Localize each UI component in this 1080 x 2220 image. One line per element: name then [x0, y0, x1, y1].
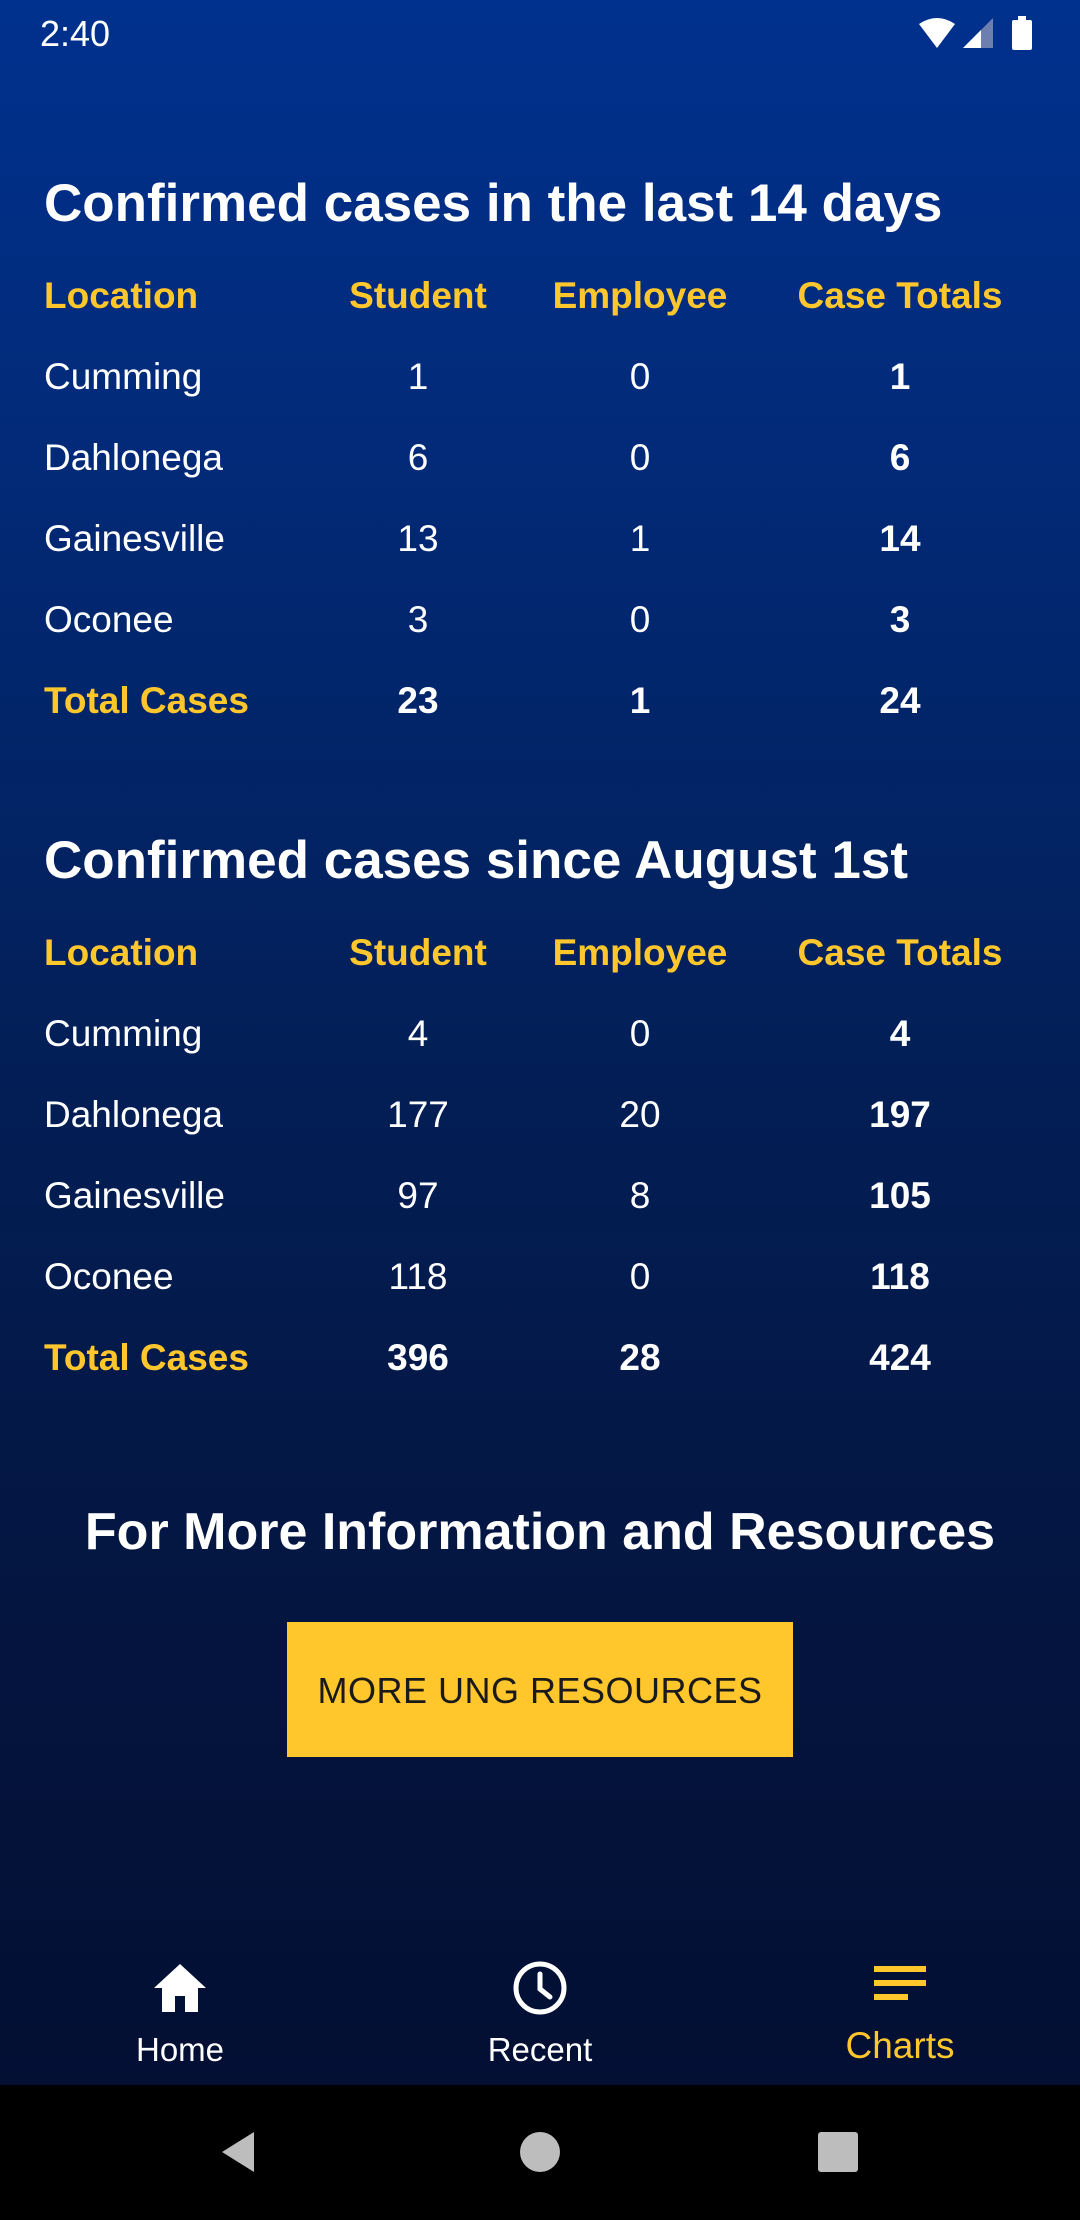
location-cell: Oconee [44, 599, 174, 640]
employee-cell: 8 [629, 1175, 651, 1216]
student-cell: 3 [407, 599, 429, 640]
employee-cell: 0 [629, 1013, 651, 1054]
total-cell: 4 [889, 1013, 911, 1054]
header-employee: Employee [552, 275, 728, 316]
total-label: Total Cases [44, 1337, 249, 1378]
signal-icon [963, 18, 993, 48]
total-cell: 118 [870, 1256, 930, 1297]
header-location: Location [44, 932, 199, 973]
employee-cell: 1 [629, 518, 651, 559]
table-total-row: Total Cases 23 1 24 [0, 660, 1080, 741]
home-circle-icon[interactable] [510, 2122, 570, 2182]
student-cell: 97 [397, 1175, 439, 1216]
nav-label-recent: Recent [487, 2031, 593, 2068]
student-cell: 6 [407, 437, 429, 478]
battery-icon [1012, 16, 1032, 50]
table-row: Oconee 3 0 3 [0, 579, 1080, 660]
total-label: Total Cases [44, 680, 249, 721]
table-header-row: Location Student Employee Case Totals [0, 912, 1080, 993]
system-nav-bar [0, 2085, 1080, 2220]
student-cell: 13 [397, 518, 439, 559]
location-cell: Cumming [44, 1013, 203, 1054]
location-cell: Gainesville [44, 518, 225, 559]
clock-icon [513, 1961, 567, 2015]
menu-lines-icon [874, 1966, 926, 2000]
section-title-since-august: Confirmed cases since August 1st [44, 831, 908, 890]
student-cell: 118 [388, 1256, 448, 1297]
total-cell: 197 [869, 1094, 931, 1135]
table-row: Cumming 1 0 1 [0, 336, 1080, 417]
header-employee: Employee [552, 932, 728, 973]
total-student-cell: 396 [387, 1337, 449, 1378]
status-icons [919, 16, 1032, 50]
total-cell: 6 [889, 437, 911, 478]
nav-label-charts: Charts [845, 2025, 955, 2066]
total-case-cell: 24 [879, 680, 921, 721]
bottom-nav: Home Recent Charts [0, 1930, 1080, 2085]
table-row: Dahlonega 6 0 6 [0, 417, 1080, 498]
home-icon [154, 1964, 206, 2012]
location-cell: Cumming [44, 356, 203, 397]
overview-square-icon[interactable] [808, 2122, 868, 2182]
header-location: Location [44, 275, 199, 316]
table-row: Gainesville 13 1 14 [0, 498, 1080, 579]
total-cell: 105 [869, 1175, 931, 1216]
cases-table-since-august: Location Student Employee Case Totals Cu… [0, 912, 1080, 1398]
total-employee-cell: 1 [629, 680, 651, 721]
table-row: Oconee 118 0 118 [0, 1236, 1080, 1317]
student-cell: 177 [387, 1094, 449, 1135]
total-cell: 1 [889, 356, 911, 397]
total-student-cell: 23 [397, 680, 439, 721]
total-case-cell: 424 [869, 1337, 931, 1378]
table-row: Cumming 4 0 4 [0, 993, 1080, 1074]
header-case-totals: Case Totals [797, 932, 1003, 973]
header-student: Student [349, 932, 487, 973]
wifi-icon [919, 18, 955, 48]
total-cell: 3 [889, 599, 911, 640]
more-ung-resources-button[interactable]: MORE UNG RESOURCES [287, 1622, 793, 1757]
status-time: 2:40 [40, 13, 111, 54]
table-row: Gainesville 97 8 105 [0, 1155, 1080, 1236]
back-triangle-icon[interactable] [210, 2122, 270, 2182]
section-title-14-days: Confirmed cases in the last 14 days [44, 174, 943, 233]
employee-cell: 0 [629, 599, 651, 640]
employee-cell: 0 [629, 356, 651, 397]
cases-table-14-days: Location Student Employee Case Totals Cu… [0, 255, 1080, 741]
employee-cell: 0 [629, 1256, 651, 1297]
student-cell: 4 [407, 1013, 429, 1054]
location-cell: Dahlonega [44, 437, 223, 478]
table-header-row: Location Student Employee Case Totals [0, 255, 1080, 336]
location-cell: Dahlonega [44, 1094, 223, 1135]
total-cell: 14 [879, 518, 921, 559]
more-info-title: For More Information and Resources [84, 1503, 996, 1561]
nav-item-charts[interactable]: Charts [720, 1930, 1080, 2085]
table-row: Dahlonega 177 20 197 [0, 1074, 1080, 1155]
nav-item-recent[interactable]: Recent [360, 1930, 720, 2085]
header-student: Student [349, 275, 487, 316]
location-cell: Gainesville [44, 1175, 225, 1216]
total-employee-cell: 28 [619, 1337, 661, 1378]
location-cell: Oconee [44, 1256, 174, 1297]
nav-item-home[interactable]: Home [0, 1930, 360, 2085]
status-bar: 2:40 [0, 0, 1080, 68]
nav-label-home: Home [135, 2031, 225, 2068]
employee-cell: 0 [629, 437, 651, 478]
student-cell: 1 [407, 356, 429, 397]
table-total-row: Total Cases 396 28 424 [0, 1317, 1080, 1398]
header-case-totals: Case Totals [797, 275, 1003, 316]
employee-cell: 20 [619, 1094, 661, 1135]
